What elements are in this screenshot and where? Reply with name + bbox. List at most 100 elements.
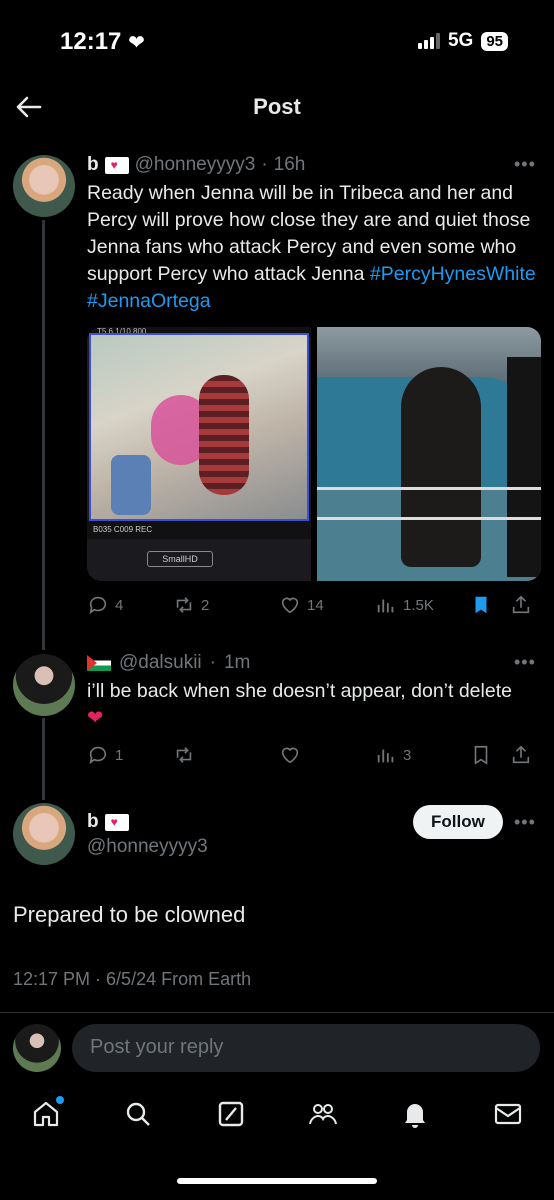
messages-icon bbox=[494, 1103, 521, 1125]
my-avatar[interactable] bbox=[13, 1024, 61, 1072]
nav-messages[interactable] bbox=[492, 1098, 524, 1135]
nav-home[interactable] bbox=[30, 1096, 65, 1135]
post-text: Prepared to be clowned bbox=[13, 902, 246, 927]
hashtag-link[interactable]: #PercyHynesWhite bbox=[370, 263, 536, 285]
more-icon[interactable]: ••• bbox=[514, 154, 536, 175]
reply-text-body: i’ll be back when she doesn’t appear, do… bbox=[87, 680, 512, 702]
monitor-brand: SmallHD bbox=[147, 551, 213, 567]
follow-button[interactable]: Follow bbox=[413, 805, 503, 839]
communities-icon bbox=[309, 1104, 338, 1125]
bookmark-button[interactable] bbox=[470, 594, 510, 616]
love-letter-icon: ♥ bbox=[104, 813, 129, 831]
avatar[interactable] bbox=[13, 155, 75, 217]
reply-input[interactable]: Post your reply bbox=[72, 1024, 540, 1072]
like-button[interactable] bbox=[279, 744, 375, 766]
search-icon bbox=[127, 1102, 151, 1126]
love-letter-icon: ♥ bbox=[104, 156, 129, 174]
display-name[interactable]: b bbox=[87, 154, 99, 176]
signal-icon bbox=[417, 33, 440, 49]
reply-button[interactable]: 4 bbox=[87, 594, 173, 616]
tweet-text: Ready when Jenna will be in Tribeca and … bbox=[87, 180, 537, 315]
photo-person bbox=[507, 357, 541, 577]
display-name[interactable]: b bbox=[87, 811, 99, 833]
heart-icon: ❤ bbox=[128, 32, 145, 54]
repost-icon bbox=[176, 747, 192, 763]
avatar[interactable] bbox=[13, 803, 75, 865]
media-grid[interactable]: T5.6 1/10 800 B035 C009 REC SmallHD bbox=[87, 327, 541, 581]
thread-line bbox=[42, 220, 45, 650]
clock-text: 12:17 bbox=[60, 28, 122, 55]
thread-line bbox=[42, 718, 45, 800]
view-count: 1.5K bbox=[403, 596, 434, 614]
photo-rail bbox=[317, 517, 541, 520]
bookmark-button[interactable] bbox=[470, 744, 510, 766]
home-indicator bbox=[177, 1178, 377, 1184]
divider bbox=[0, 1012, 554, 1013]
hashtag-link[interactable]: #JennaOrtega bbox=[87, 290, 211, 312]
tweet-header: b ♥ @honneyyyy3 · 16h bbox=[87, 154, 305, 176]
share-icon bbox=[512, 745, 530, 764]
view-count: 3 bbox=[403, 746, 412, 764]
reply-icon bbox=[89, 746, 107, 765]
bottom-nav bbox=[0, 1096, 554, 1135]
network-label: 5G bbox=[447, 30, 474, 51]
media-image-monitor[interactable]: T5.6 1/10 800 B035 C009 REC SmallHD bbox=[87, 327, 311, 581]
nav-notifications[interactable] bbox=[399, 1098, 431, 1135]
reply-header: @dalsukii · 1m bbox=[87, 652, 250, 674]
separator: · bbox=[209, 652, 216, 673]
handle[interactable]: @honneyyyy3 bbox=[87, 836, 208, 858]
grok-icon bbox=[218, 1101, 244, 1127]
handle[interactable]: @honneyyyy3 bbox=[135, 154, 256, 176]
nav-grok[interactable] bbox=[215, 1098, 247, 1135]
reply-actions: 1 3 bbox=[87, 744, 542, 766]
views-button[interactable]: 1.5K bbox=[375, 594, 470, 616]
notification-dot bbox=[56, 1096, 65, 1104]
share-button[interactable] bbox=[510, 744, 532, 766]
reply-count: 4 bbox=[115, 596, 124, 614]
reply-text: i’ll be back when she doesn’t appear, do… bbox=[87, 678, 527, 732]
monitor-overlay-text: B035 C009 REC bbox=[87, 521, 311, 539]
avatar[interactable] bbox=[13, 654, 75, 716]
bookmark-filled-icon bbox=[475, 596, 487, 614]
reply-placeholder: Post your reply bbox=[90, 1036, 224, 1058]
timestamp[interactable]: 1m bbox=[224, 652, 250, 674]
page-title: Post bbox=[253, 94, 301, 119]
more-icon[interactable]: ••• bbox=[514, 652, 536, 673]
flag-icon bbox=[87, 655, 111, 671]
notifications-icon bbox=[405, 1104, 426, 1128]
status-time: 12:17 ❤ bbox=[60, 28, 145, 56]
red-heart-icon: ❤ bbox=[87, 707, 104, 729]
battery-icon: 95 bbox=[481, 31, 508, 51]
status-indicators: 5G 95 bbox=[417, 30, 508, 52]
heart-outline-icon bbox=[281, 597, 299, 614]
photo-rail bbox=[317, 487, 541, 490]
share-icon bbox=[512, 595, 530, 614]
handle[interactable]: @dalsukii bbox=[119, 652, 202, 674]
like-button[interactable]: 14 bbox=[279, 594, 375, 616]
repost-button[interactable]: 2 bbox=[173, 594, 279, 616]
author-name-row: b ♥ bbox=[87, 811, 129, 833]
more-icon[interactable]: ••• bbox=[514, 812, 536, 833]
reply-icon bbox=[89, 596, 107, 615]
reply-button[interactable]: 1 bbox=[87, 744, 173, 766]
like-count: 14 bbox=[307, 596, 324, 614]
figure-stripes bbox=[199, 375, 249, 495]
nav-communities[interactable] bbox=[307, 1098, 339, 1135]
repost-icon bbox=[176, 597, 192, 613]
timestamp[interactable]: 16h bbox=[274, 154, 306, 176]
tweet-actions: 4 2 14 1.5K bbox=[87, 594, 542, 616]
media-image-hug[interactable] bbox=[317, 327, 541, 581]
views-icon bbox=[377, 599, 394, 613]
bookmark-outline-icon bbox=[474, 745, 488, 765]
photo-couple bbox=[401, 367, 481, 567]
views-icon bbox=[377, 749, 394, 763]
repost-button[interactable] bbox=[173, 744, 279, 766]
nav-search[interactable] bbox=[122, 1098, 154, 1135]
views-button[interactable]: 3 bbox=[375, 744, 470, 766]
reply-count: 1 bbox=[115, 746, 124, 764]
monitor-screen bbox=[89, 333, 309, 521]
share-button[interactable] bbox=[510, 594, 532, 616]
repost-count: 2 bbox=[201, 596, 210, 614]
post-meta: 12:17 PM · 6/5/24 From Earth bbox=[13, 969, 252, 989]
separator: · bbox=[261, 154, 268, 175]
